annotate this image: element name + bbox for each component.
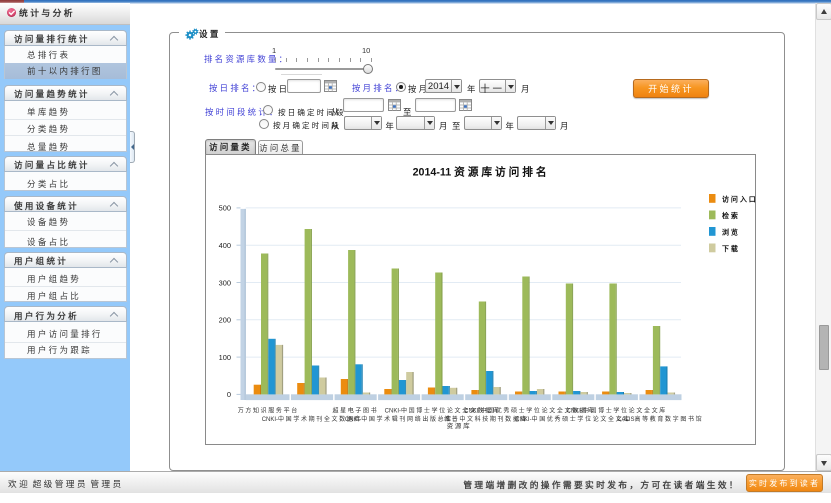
svg-text:访问入口: 访问入口 bbox=[722, 195, 755, 204]
svg-text:CNKI-中国博士学位论文全文库: CNKI-中国博士学位论文全文库 bbox=[567, 407, 667, 415]
svg-text:0: 0 bbox=[227, 390, 231, 399]
svg-text:2014-11 资源库访问排名: 2014-11 资源库访问排名 bbox=[413, 165, 550, 178]
svg-text:资源库: 资源库 bbox=[447, 421, 472, 430]
svg-text:超星电子图书: 超星电子图书 bbox=[332, 407, 378, 415]
svg-text:CNKI-中国优秀硕士学位论文全文库: CNKI-中国优秀硕士学位论文全文库 bbox=[515, 415, 631, 423]
svg-text:CNKI-中国学术辑刊网络出版总库: CNKI-中国学术辑刊网络出版总库 bbox=[345, 415, 453, 423]
svg-text:300: 300 bbox=[219, 278, 231, 287]
svg-text:400: 400 bbox=[219, 241, 231, 250]
svg-text:下载: 下载 bbox=[722, 244, 740, 253]
svg-text:CALIS高等教育数字图书馆: CALIS高等教育数字图书馆 bbox=[617, 415, 703, 423]
svg-text:检索: 检索 bbox=[722, 211, 740, 220]
svg-text:万方知识服务平台: 万方知识服务平台 bbox=[238, 407, 299, 415]
svg-text:200: 200 bbox=[219, 316, 231, 325]
svg-text:100: 100 bbox=[219, 353, 231, 362]
svg-text:浏览: 浏览 bbox=[722, 228, 740, 237]
svg-text:500: 500 bbox=[219, 204, 231, 213]
